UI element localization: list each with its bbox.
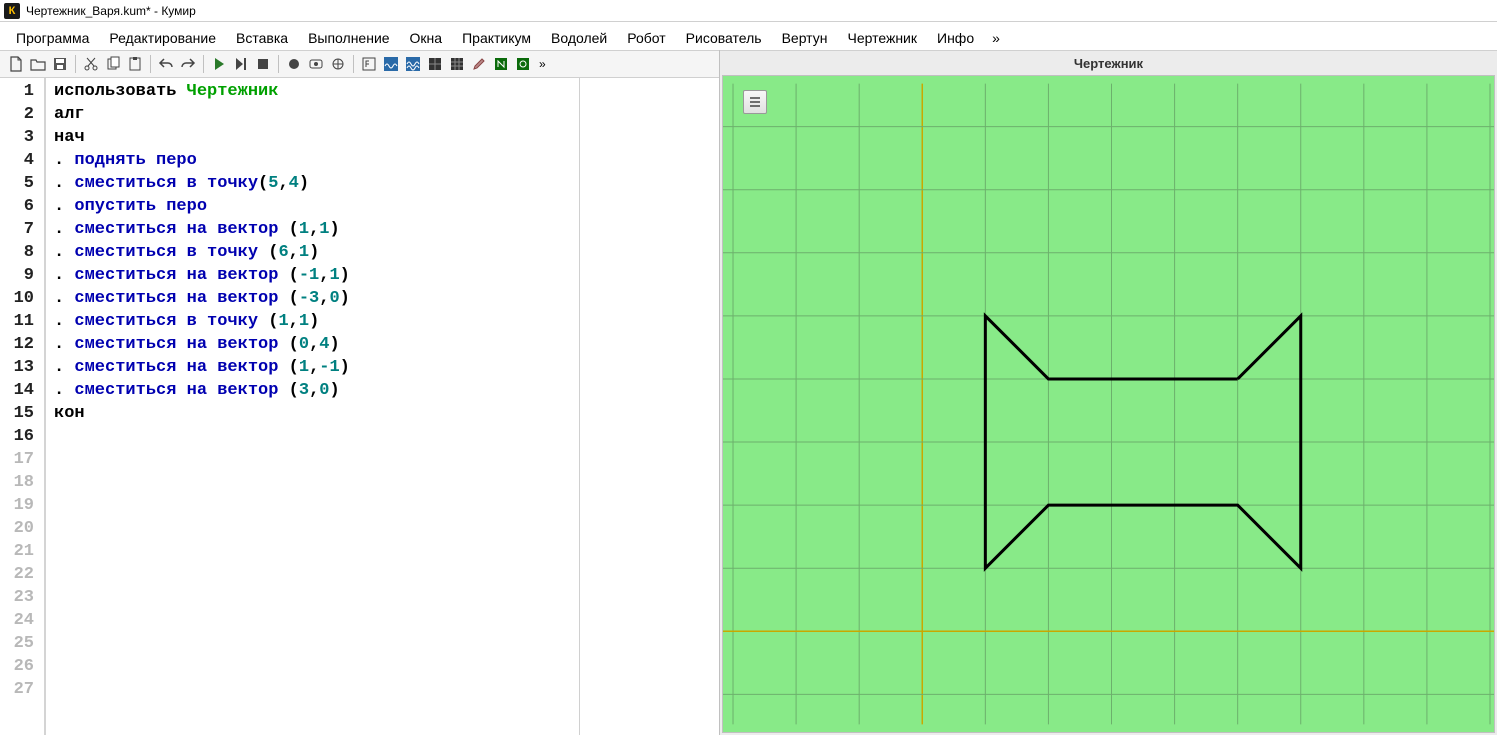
line-number: 2	[0, 103, 34, 126]
line-number: 19	[0, 494, 34, 517]
code-line[interactable]: нач	[54, 126, 573, 149]
line-number: 16	[0, 425, 34, 448]
line-gutter: 1234567891011121314151617181920212223242…	[0, 78, 46, 735]
app-icon: К	[4, 3, 20, 19]
line-number: 6	[0, 195, 34, 218]
new-file-icon[interactable]	[6, 54, 26, 74]
editor-wrap: 1234567891011121314151617181920212223242…	[0, 78, 719, 735]
drawing-canvas[interactable]	[722, 75, 1495, 733]
code-line[interactable]: . сместиться в точку (6,1)	[54, 241, 573, 264]
code-line[interactable]: . сместиться на вектор (1,1)	[54, 218, 573, 241]
code-line[interactable]: алг	[54, 103, 573, 126]
line-number: 7	[0, 218, 34, 241]
menu-Вставка[interactable]: Вставка	[226, 26, 298, 50]
menu-Вертун[interactable]: Вертун	[772, 26, 838, 50]
code-line[interactable]: . сместиться на вектор (-3,0)	[54, 287, 573, 310]
open-file-icon[interactable]	[28, 54, 48, 74]
line-number: 23	[0, 586, 34, 609]
menu-Окна[interactable]: Окна	[400, 26, 453, 50]
line-number: 17	[0, 448, 34, 471]
line-number: 25	[0, 632, 34, 655]
menu-Практикум[interactable]: Практикум	[452, 26, 541, 50]
debug-icon[interactable]	[328, 54, 348, 74]
copy-icon[interactable]	[103, 54, 123, 74]
menu-Водолей[interactable]: Водолей	[541, 26, 617, 50]
line-number: 9	[0, 264, 34, 287]
tool-green1-icon[interactable]	[491, 54, 511, 74]
window-title: Чертежник_Варя.kum* - Кумир	[26, 4, 196, 18]
line-number: 11	[0, 310, 34, 333]
tool-grid2-icon[interactable]	[447, 54, 467, 74]
code-line[interactable]: . сместиться на вектор (3,0)	[54, 379, 573, 402]
line-number: 15	[0, 402, 34, 425]
undo-icon[interactable]	[156, 54, 176, 74]
step-icon[interactable]	[231, 54, 251, 74]
titlebar: К Чертежник_Варя.kum* - Кумир	[0, 0, 1497, 22]
run-icon[interactable]	[209, 54, 229, 74]
line-number: 10	[0, 287, 34, 310]
line-number: 24	[0, 609, 34, 632]
line-number: 14	[0, 379, 34, 402]
code-line[interactable]: . опустить перо	[54, 195, 573, 218]
line-number: 3	[0, 126, 34, 149]
tool-wave1-icon[interactable]	[381, 54, 401, 74]
code-editor[interactable]: использовать Чертежникалгнач. поднять пе…	[46, 78, 579, 735]
code-line[interactable]: кон	[54, 402, 573, 425]
line-number: 21	[0, 540, 34, 563]
menu-Чертежник[interactable]: Чертежник	[837, 26, 927, 50]
code-line[interactable]: . сместиться на вектор (-1,1)	[54, 264, 573, 287]
code-line[interactable]: . сместиться на вектор (1,-1)	[54, 356, 573, 379]
tool-a-icon[interactable]	[359, 54, 379, 74]
right-pane: Чертежник	[720, 50, 1497, 735]
line-number: 18	[0, 471, 34, 494]
paste-icon[interactable]	[125, 54, 145, 74]
menu-Программа[interactable]: Программа	[6, 26, 99, 50]
tool-wave2-icon[interactable]	[403, 54, 423, 74]
line-number: 5	[0, 172, 34, 195]
tool-green2-icon[interactable]	[513, 54, 533, 74]
toolbar-more[interactable]: »	[535, 57, 550, 71]
line-number: 1	[0, 80, 34, 103]
line-number: 13	[0, 356, 34, 379]
menu-more[interactable]: »	[984, 26, 1008, 50]
line-number: 12	[0, 333, 34, 356]
tool-grid1-icon[interactable]	[425, 54, 445, 74]
menu-Выполнение[interactable]: Выполнение	[298, 26, 399, 50]
line-number: 8	[0, 241, 34, 264]
line-number: 20	[0, 517, 34, 540]
left-pane: » 12345678910111213141516171819202122232…	[0, 50, 720, 735]
save-file-icon[interactable]	[50, 54, 70, 74]
code-line[interactable]: . сместиться на вектор (0,4)	[54, 333, 573, 356]
code-line[interactable]: . сместиться в точку(5,4)	[54, 172, 573, 195]
stop-icon[interactable]	[253, 54, 273, 74]
tool-brush-icon[interactable]	[469, 54, 489, 74]
redo-icon[interactable]	[178, 54, 198, 74]
line-number: 4	[0, 149, 34, 172]
menubar: ПрограммаРедактированиеВставкаВыполнение…	[0, 22, 1497, 50]
toolbar: »	[0, 50, 719, 78]
canvas-menu-button[interactable]	[743, 90, 767, 114]
cut-icon[interactable]	[81, 54, 101, 74]
line-number: 22	[0, 563, 34, 586]
menu-Редактирование[interactable]: Редактирование	[99, 26, 226, 50]
code-line[interactable]: . сместиться в точку (1,1)	[54, 310, 573, 333]
breakpoint-icon[interactable]	[284, 54, 304, 74]
code-line[interactable]: . поднять перо	[54, 149, 573, 172]
canvas-title: Чертежник	[720, 51, 1497, 75]
main: » 12345678910111213141516171819202122232…	[0, 50, 1497, 735]
code-line[interactable]: использовать Чертежник	[54, 80, 573, 103]
editor-secondary-pane	[579, 78, 719, 735]
line-number: 26	[0, 655, 34, 678]
menu-Рисователь[interactable]: Рисователь	[676, 26, 772, 50]
menu-Инфо[interactable]: Инфо	[927, 26, 984, 50]
menu-Робот[interactable]: Робот	[617, 26, 675, 50]
watch-icon[interactable]	[306, 54, 326, 74]
line-number: 27	[0, 678, 34, 701]
code-line[interactable]	[54, 425, 573, 448]
